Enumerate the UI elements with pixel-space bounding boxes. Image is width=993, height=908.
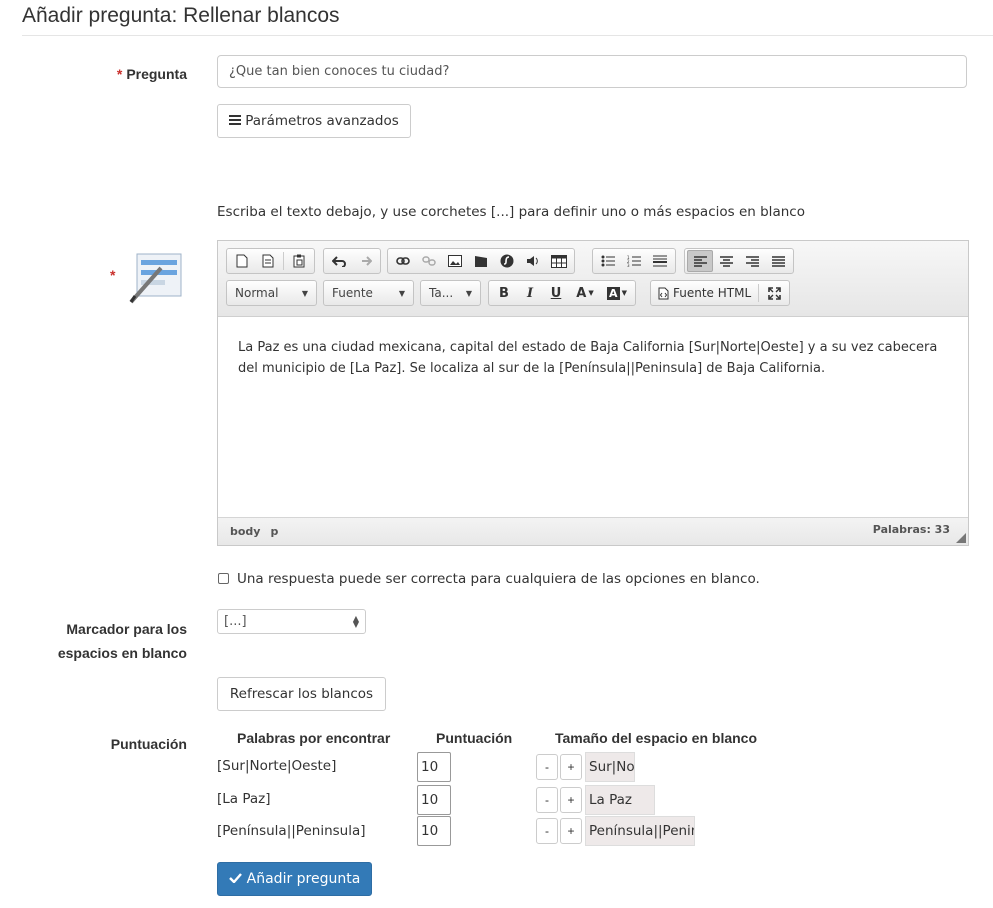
maximize-icon[interactable]	[761, 282, 787, 304]
increase-size-button[interactable]: +	[560, 787, 582, 813]
advanced-settings-button[interactable]: Parámetros avanzados	[217, 104, 411, 138]
toolbar-group-style: B I U A ▼ A ▼	[488, 280, 636, 306]
decrease-size-button[interactable]: -	[536, 787, 558, 813]
editor-required-mark: *	[110, 267, 116, 283]
editor-toolbar: 123 Normal ▼ Fuente ▼ Ta... ▼ B I U A ▼ …	[218, 241, 968, 317]
question-label: * Pregunta	[116, 66, 187, 82]
score-header: Puntuación	[436, 730, 513, 746]
link-icon[interactable]	[390, 250, 416, 272]
size-header: Tamaño del espacio en blanco	[555, 730, 758, 746]
select-arrows-icon: ▲ ▼	[352, 613, 359, 629]
undo-icon[interactable]	[326, 250, 352, 272]
increase-size-button[interactable]: +	[560, 818, 582, 844]
preview-icon[interactable]	[255, 250, 281, 272]
underline-icon[interactable]: U	[543, 282, 569, 304]
path-body[interactable]: body	[230, 525, 260, 538]
marker-select[interactable]: [...] ▲ ▼	[217, 609, 366, 634]
toolbar-group-history	[323, 248, 381, 274]
required-mark: *	[116, 66, 123, 82]
format-combo[interactable]: Normal ▼	[226, 280, 317, 306]
align-left-icon[interactable]	[687, 250, 713, 272]
table-icon[interactable]	[546, 250, 572, 272]
numbered-list-icon[interactable]: 123	[621, 250, 647, 272]
blank-preview: Sur|Norte|Oeste	[585, 752, 635, 782]
rich-text-editor: 123 Normal ▼ Fuente ▼ Ta... ▼ B I U A ▼ …	[217, 240, 969, 546]
video-icon[interactable]	[468, 250, 494, 272]
menu-icon	[229, 113, 242, 129]
multiple-answers-label: Una respuesta puede ser correcta para cu…	[237, 571, 760, 587]
chevron-down-icon: ▼	[398, 288, 405, 298]
toolbar-group-insert	[387, 248, 575, 274]
align-justify-icon[interactable]	[765, 250, 791, 272]
blank-word: [Sur|Norte|Oeste]	[217, 758, 337, 774]
decrease-size-button[interactable]: -	[536, 754, 558, 780]
source-button[interactable]: Fuente HTML	[653, 282, 756, 304]
decrease-size-button[interactable]: -	[536, 818, 558, 844]
resize-handle[interactable]	[956, 533, 966, 543]
marker-label: Marcador para los espacios en blanco	[57, 621, 187, 661]
horizontal-rule-icon[interactable]	[647, 250, 673, 272]
new-page-icon[interactable]	[229, 250, 255, 272]
text-color-icon[interactable]: A ▼	[569, 282, 601, 304]
fill-blanks-icon	[127, 250, 185, 307]
svg-text:3: 3	[627, 263, 630, 267]
words-header: Palabras por encontrar	[237, 730, 391, 746]
element-path: body p	[230, 525, 288, 538]
toolbar-group-source: Fuente HTML	[650, 280, 791, 306]
editor-statusbar: body p Palabras: 33	[218, 517, 968, 545]
toolbar-group-lists: 123	[592, 248, 676, 274]
instructions-text: Escriba el texto debajo, y use corchetes…	[217, 204, 805, 220]
bold-icon[interactable]: B	[491, 282, 517, 304]
title-divider	[22, 35, 993, 36]
question-input[interactable]: ¿Que tan bien conoces tu ciudad?	[217, 55, 967, 88]
paste-icon[interactable]	[286, 250, 312, 272]
page-title: Añadir pregunta: Rellenar blancos	[22, 4, 340, 27]
audio-icon[interactable]	[520, 250, 546, 272]
score-input[interactable]: 10	[417, 752, 451, 782]
score-input[interactable]: 10	[417, 785, 451, 815]
align-center-icon[interactable]	[713, 250, 739, 272]
score-input[interactable]: 10	[417, 816, 451, 846]
word-count: Palabras: 33	[872, 523, 950, 536]
align-right-icon[interactable]	[739, 250, 765, 272]
chevron-down-icon: ▼	[301, 288, 308, 298]
flash-icon[interactable]	[494, 250, 520, 272]
size-combo[interactable]: Ta... ▼	[420, 280, 481, 306]
path-p[interactable]: p	[270, 525, 278, 538]
unlink-icon[interactable]	[416, 250, 442, 272]
blank-word: [Península||Peninsula]	[217, 823, 366, 839]
italic-icon[interactable]: I	[517, 282, 543, 304]
check-icon	[228, 871, 242, 887]
font-combo[interactable]: Fuente ▼	[323, 280, 414, 306]
multiple-answers-checkbox[interactable]	[218, 573, 229, 584]
toolbar-group-align	[684, 248, 794, 274]
blank-preview: Península||Peninsula	[585, 816, 695, 846]
increase-size-button[interactable]: +	[560, 754, 582, 780]
background-color-icon[interactable]: A ▼	[601, 282, 633, 304]
blank-preview: La Paz	[585, 785, 655, 815]
image-icon[interactable]	[442, 250, 468, 272]
redo-icon[interactable]	[352, 250, 378, 272]
chevron-down-icon: ▼	[465, 288, 472, 298]
toolbar-group-document	[226, 248, 315, 274]
scoring-label: Puntuación	[110, 736, 187, 752]
bulleted-list-icon[interactable]	[595, 250, 621, 272]
refresh-blanks-button[interactable]: Refrescar los blancos	[217, 677, 386, 711]
blank-word: [La Paz]	[217, 791, 271, 807]
add-question-button[interactable]: Añadir pregunta	[217, 862, 372, 896]
source-icon	[658, 287, 669, 299]
editor-content[interactable]: La Paz es una ciudad mexicana, capital d…	[218, 317, 968, 517]
